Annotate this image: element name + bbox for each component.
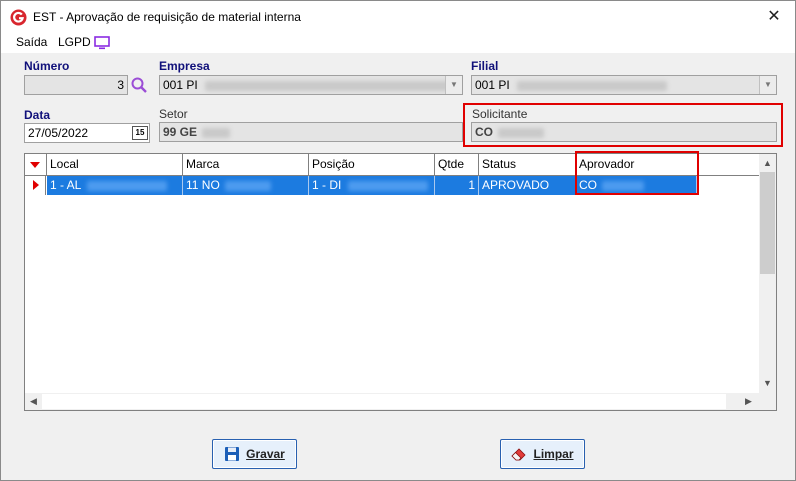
cell-status[interactable]: APROVADO xyxy=(479,176,576,195)
current-row-icon xyxy=(33,180,39,190)
cell-qtde[interactable]: 1 xyxy=(435,176,479,195)
save-button[interactable]: Gravar xyxy=(212,439,297,469)
chevron-down-icon[interactable]: ▼ xyxy=(759,76,776,94)
window-title: EST - Aprovação de requisição de materia… xyxy=(33,10,301,24)
redacted-text xyxy=(87,180,168,191)
menu-item-lgpd[interactable]: LGPD xyxy=(58,35,91,49)
save-button-label: Gravar xyxy=(246,447,285,461)
close-button[interactable]: ✕ xyxy=(763,7,785,27)
scroll-left-icon[interactable]: ◀ xyxy=(26,394,41,409)
cell-marca-value: 11 NO xyxy=(186,178,220,192)
menu-item-saida[interactable]: Saída xyxy=(16,35,47,49)
column-header-posicao[interactable]: Posição xyxy=(309,154,435,175)
scroll-up-icon[interactable]: ▲ xyxy=(760,156,775,171)
empresa-select[interactable]: 001 PI ▼ xyxy=(159,75,463,95)
redacted-text xyxy=(225,180,272,191)
calendar-icon[interactable]: 15 xyxy=(132,126,148,140)
solicitante-highlight xyxy=(463,103,783,147)
numero-value: 3 xyxy=(117,78,124,92)
floppy-disk-icon xyxy=(225,447,240,461)
setor-field[interactable]: 99 GE xyxy=(159,122,463,142)
numero-label: Número xyxy=(24,59,70,73)
filial-label: Filial xyxy=(471,59,499,73)
horizontal-scrollbar[interactable]: ◀ ▶ xyxy=(25,393,759,410)
horizontal-scroll-thumb[interactable] xyxy=(42,394,726,409)
cell-posicao[interactable]: 1 - DI xyxy=(309,176,435,195)
app-logo-icon xyxy=(10,9,27,26)
data-label: Data xyxy=(24,108,51,122)
vertical-scrollbar[interactable]: ▲ ▼ xyxy=(759,154,776,393)
filial-value: 001 PI xyxy=(475,78,510,92)
redacted-text xyxy=(202,127,231,138)
date-value: 27/05/2022 xyxy=(28,126,89,140)
row-indicator xyxy=(25,176,46,195)
setor-value: 99 GE xyxy=(163,125,198,139)
clear-button-label: Limpar xyxy=(533,447,574,461)
vertical-scroll-thumb[interactable] xyxy=(760,172,775,274)
column-header-marca[interactable]: Marca xyxy=(183,154,309,175)
monitor-icon[interactable] xyxy=(94,36,110,50)
menu-bar: Saída LGPD xyxy=(1,33,795,53)
numero-field[interactable]: 3 xyxy=(24,75,128,95)
redacted-text xyxy=(517,80,668,91)
redacted-text xyxy=(347,180,428,191)
empresa-value: 001 PI xyxy=(163,78,198,92)
grid-menu-button[interactable] xyxy=(25,154,47,175)
redacted-text xyxy=(205,80,456,91)
column-header-qtde[interactable]: Qtde xyxy=(435,154,479,175)
setor-label: Setor xyxy=(159,107,188,121)
column-header-local[interactable]: Local xyxy=(47,154,183,175)
cell-local-value: 1 - AL xyxy=(50,178,81,192)
scroll-right-icon[interactable]: ▶ xyxy=(741,394,756,409)
scrollbar-corner xyxy=(759,393,776,410)
filial-select[interactable]: 001 PI ▼ xyxy=(471,75,777,95)
eraser-icon xyxy=(511,448,527,461)
clear-button[interactable]: Limpar xyxy=(500,439,585,469)
aprovador-highlight xyxy=(575,151,699,195)
chevron-down-icon[interactable]: ▼ xyxy=(445,76,462,94)
scroll-down-icon[interactable]: ▼ xyxy=(760,376,775,391)
title-bar: EST - Aprovação de requisição de materia… xyxy=(1,1,795,33)
main-window: EST - Aprovação de requisição de materia… xyxy=(0,0,796,481)
empresa-label: Empresa xyxy=(159,59,210,73)
sort-down-icon xyxy=(30,162,40,168)
cell-posicao-value: 1 - DI xyxy=(312,178,342,192)
cell-marca[interactable]: 11 NO xyxy=(183,176,309,195)
cell-local[interactable]: 1 - AL xyxy=(47,176,183,195)
column-header-status[interactable]: Status xyxy=(479,154,576,175)
search-icon[interactable] xyxy=(130,76,148,94)
